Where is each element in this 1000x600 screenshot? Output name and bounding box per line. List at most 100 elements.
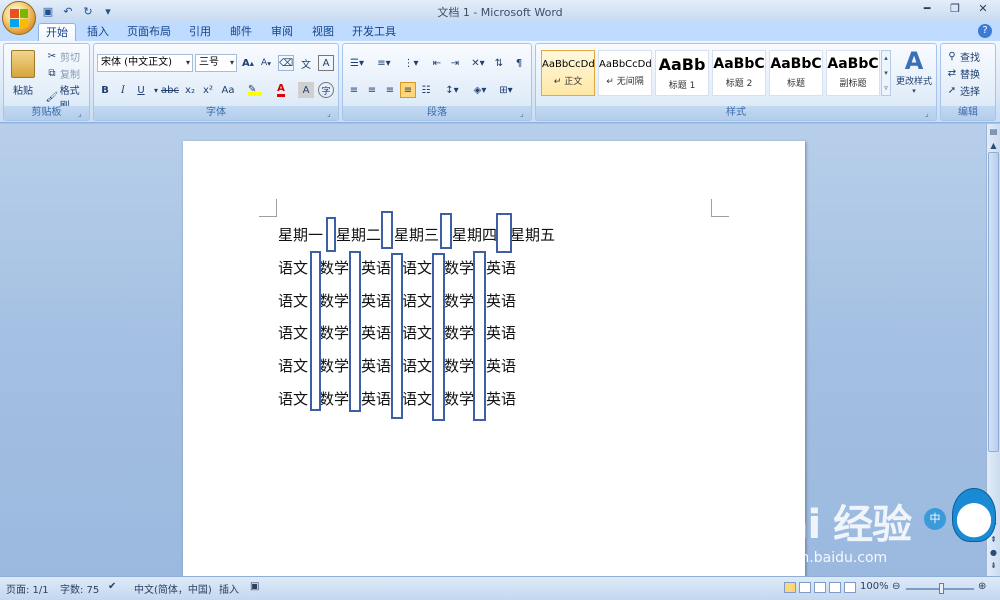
- italic-button[interactable]: I: [115, 82, 131, 98]
- zoom-level[interactable]: 100%: [860, 581, 889, 592]
- phonetic-guide-button[interactable]: 文: [298, 55, 314, 71]
- style-name: ↵ 正文: [553, 77, 583, 87]
- change-case-button[interactable]: Aa: [218, 82, 238, 98]
- cut-label: 剪切: [60, 52, 80, 64]
- change-styles-button[interactable]: A 更改样式 ▾: [893, 48, 935, 104]
- scroll-thumb[interactable]: [988, 152, 999, 452]
- bullets-icon[interactable]: ☰▾: [346, 55, 368, 71]
- strikethrough-button[interactable]: abc: [160, 82, 180, 98]
- subject-cell: 英语: [486, 324, 517, 342]
- zoom-out-icon[interactable]: ⊖: [892, 581, 900, 592]
- bold-label: B: [101, 84, 109, 96]
- enclose-char-button[interactable]: 字: [318, 82, 334, 98]
- tab-view[interactable]: 视图: [307, 23, 339, 41]
- maximize-icon[interactable]: ❐: [942, 0, 968, 17]
- style-preview: AaBbCcDd: [599, 59, 651, 70]
- font-group: 宋体 (中文正文) ▾ 三号 ▾ A ▴ A ▾ ⌫ 文 A B I U ▾ abc x…: [93, 43, 339, 121]
- tab-home[interactable]: 开始: [38, 23, 76, 41]
- page-count[interactable]: 页面: 1/1: [6, 581, 49, 596]
- enclose-char-icon: 字: [321, 86, 331, 97]
- font-name-combo[interactable]: 宋体 (中文正文) ▾: [97, 54, 193, 72]
- chinese-layout-icon[interactable]: ✕▾: [467, 55, 489, 71]
- macro-record-icon[interactable]: ▣: [250, 581, 259, 592]
- subscript-button[interactable]: x₂: [182, 82, 198, 98]
- char-shading-button[interactable]: A: [298, 82, 314, 98]
- full-screen-view-icon[interactable]: [799, 582, 811, 593]
- justify-icon[interactable]: ≡: [400, 82, 416, 98]
- tab-developer[interactable]: 开发工具: [349, 23, 399, 41]
- document-page[interactable]: 星期一 星期二 星期三 星期四 星期五 语文 数学 英语 语文 数学 英语 语文 数学 英语 语文 数学英…: [183, 141, 805, 581]
- tab-references[interactable]: 引用: [184, 23, 216, 41]
- outline-view-icon[interactable]: [829, 582, 841, 593]
- show-marks-icon[interactable]: ¶: [511, 55, 527, 71]
- char-shading-icon: A: [302, 84, 310, 96]
- space-marker: [473, 251, 486, 421]
- space-marker: [432, 253, 445, 421]
- superscript-button[interactable]: x²: [200, 82, 216, 98]
- select-button[interactable]: ➚ 选择: [944, 82, 980, 98]
- highlight-button[interactable]: ✎: [244, 82, 266, 98]
- font-size-value: 三号: [199, 57, 219, 68]
- font-color-button[interactable]: A: [270, 82, 292, 98]
- insert-mode[interactable]: 插入: [219, 581, 239, 596]
- style-normal[interactable]: AaBbCcDd ↵ 正文: [541, 50, 595, 96]
- align-center-icon[interactable]: ≡: [364, 82, 380, 98]
- increase-indent-icon[interactable]: ⇥: [447, 55, 463, 71]
- ruler-toggle-icon[interactable]: ▤: [988, 126, 999, 138]
- gallery-scroll[interactable]: ▴ ▾ ▿: [881, 50, 891, 96]
- dropdown-arrow-icon: ▾: [912, 87, 916, 95]
- office-button[interactable]: [2, 1, 36, 35]
- decrease-indent-icon[interactable]: ⇤: [429, 55, 445, 71]
- web-layout-view-icon[interactable]: [814, 582, 826, 593]
- zoom-slider-thumb[interactable]: [939, 583, 944, 594]
- style-heading-2[interactable]: AaBbC 标题 2: [712, 50, 766, 96]
- line-spacing-icon[interactable]: ↕▾: [441, 82, 463, 98]
- proofing-icon[interactable]: ✔: [108, 581, 116, 592]
- borders-icon[interactable]: ⊞▾: [495, 82, 517, 98]
- close-icon[interactable]: ✕: [970, 0, 996, 17]
- copy-button[interactable]: ⧉ 复制: [44, 65, 80, 81]
- style-name: 标题 1: [668, 81, 696, 91]
- copy-label: 复制: [60, 69, 80, 81]
- char-border-button[interactable]: A: [318, 55, 334, 71]
- style-subtitle[interactable]: AaBbC 副标题: [826, 50, 880, 96]
- tab-review[interactable]: 审阅: [266, 23, 298, 41]
- find-button[interactable]: ⚲ 查找: [944, 48, 980, 64]
- cut-button[interactable]: ✂ 剪切: [44, 48, 80, 64]
- scroll-up-icon[interactable]: ▲: [988, 140, 999, 152]
- help-icon[interactable]: ?: [978, 24, 992, 38]
- tab-mailings[interactable]: 邮件: [225, 23, 257, 41]
- align-left-icon[interactable]: ≡: [346, 82, 362, 98]
- tab-page-layout[interactable]: 页面布局: [124, 23, 174, 41]
- shrink-font-button[interactable]: A ▾: [258, 55, 274, 71]
- sort-icon[interactable]: ⇅: [491, 55, 507, 71]
- language-indicator[interactable]: 中文(简体，中国): [134, 581, 212, 596]
- dialog-launcher-icon[interactable]: ⌟: [520, 109, 529, 118]
- grow-font-button[interactable]: A ▴: [240, 55, 256, 71]
- paste-button[interactable]: 粘贴: [8, 48, 38, 104]
- font-size-combo[interactable]: 三号 ▾: [195, 54, 237, 72]
- distribute-icon[interactable]: ☷: [418, 82, 434, 98]
- dialog-launcher-icon[interactable]: ⌟: [925, 109, 934, 118]
- multilevel-list-icon[interactable]: ⋮▾: [400, 55, 422, 71]
- style-heading-1[interactable]: AaBb 标题 1: [655, 50, 709, 96]
- minimize-icon[interactable]: ━: [914, 0, 940, 17]
- zoom-in-icon[interactable]: ⊕: [978, 581, 986, 592]
- word-count[interactable]: 字数: 75: [60, 581, 99, 596]
- underline-button[interactable]: U: [133, 82, 149, 98]
- watermark-brand: Bai 经验: [752, 502, 912, 548]
- style-title[interactable]: AaBbC 标题: [769, 50, 823, 96]
- replace-button[interactable]: ⇄ 替换: [944, 65, 980, 81]
- style-name: ↵ 无间隔: [606, 77, 644, 87]
- tab-insert[interactable]: 插入: [82, 23, 114, 41]
- align-right-icon[interactable]: ≡: [382, 82, 398, 98]
- bold-button[interactable]: B: [97, 82, 113, 98]
- print-layout-view-icon[interactable]: [784, 582, 796, 593]
- style-no-spacing[interactable]: AaBbCcDd ↵ 无间隔: [598, 50, 652, 96]
- dialog-launcher-icon[interactable]: ⌟: [78, 109, 87, 118]
- shading-icon[interactable]: ◈▾: [469, 82, 491, 98]
- numbering-icon[interactable]: ≡▾: [373, 55, 395, 71]
- dialog-launcher-icon[interactable]: ⌟: [327, 109, 336, 118]
- draft-view-icon[interactable]: [844, 582, 856, 593]
- clear-format-icon[interactable]: ⌫: [278, 55, 294, 71]
